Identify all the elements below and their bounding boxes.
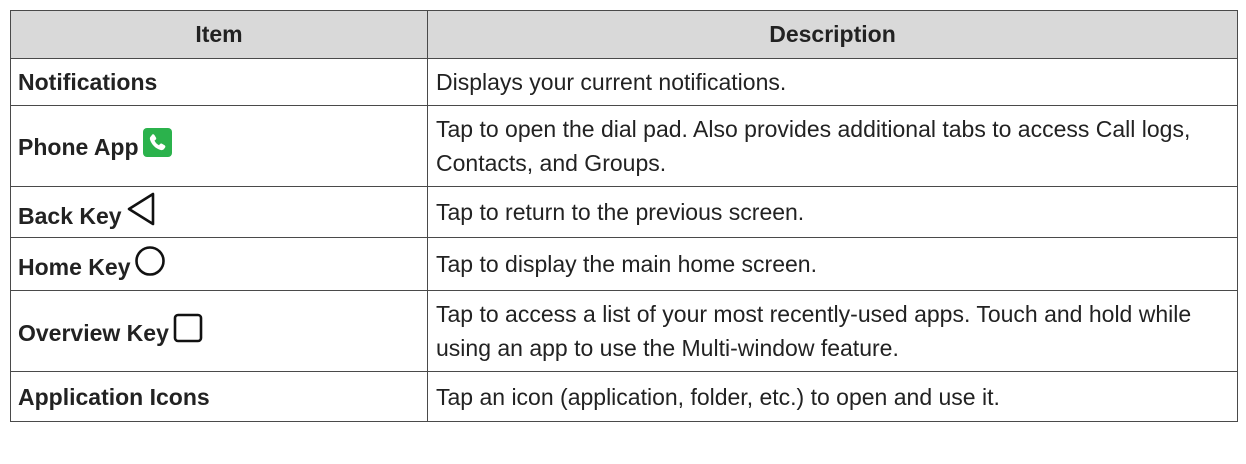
item-cell: Application Icons (10, 371, 428, 422)
item-label: Phone App (18, 134, 139, 160)
item-label: Home Key (18, 253, 131, 280)
item-cell: Phone App (10, 105, 428, 187)
table-row: Notifications Displays your current noti… (10, 58, 1238, 106)
back-key-icon (126, 192, 156, 226)
table-row: Overview Key Tap to access a list of you… (10, 290, 1238, 372)
table-row: Home Key Tap to display the main home sc… (10, 237, 1238, 291)
table-row: Back Key Tap to return to the previous s… (10, 186, 1238, 238)
description-cell: Tap an icon (application, folder, etc.) … (427, 371, 1238, 422)
item-label: Notifications (18, 69, 158, 95)
item-label: Application Icons (18, 383, 210, 410)
table-row: Phone App Tap to open the dial pad. Also… (10, 105, 1238, 187)
item-cell: Overview Key (10, 290, 428, 372)
overview-key-icon (173, 313, 203, 343)
description-cell: Tap to access a list of your most recent… (427, 290, 1238, 372)
description-cell: Tap to open the dial pad. Also provides … (427, 105, 1238, 187)
phone-app-icon (142, 128, 172, 157)
item-label: Back Key (18, 202, 122, 229)
description-cell: Tap to display the main home screen. (427, 237, 1238, 291)
item-cell: Back Key (10, 186, 428, 238)
key-description-table: Item Description Notifications Displays … (10, 10, 1238, 422)
description-cell: Displays your current notifications. (427, 58, 1238, 106)
table-row: Application Icons Tap an icon (applicati… (10, 371, 1238, 422)
table-header-row: Item Description (10, 10, 1238, 59)
home-key-icon (134, 245, 166, 277)
item-cell: Home Key (10, 237, 428, 291)
item-label: Overview Key (18, 319, 169, 346)
description-column-header: Description (427, 10, 1238, 59)
description-cell: Tap to return to the previous screen. (427, 186, 1238, 238)
item-column-header: Item (10, 10, 428, 59)
item-cell: Notifications (10, 58, 428, 106)
